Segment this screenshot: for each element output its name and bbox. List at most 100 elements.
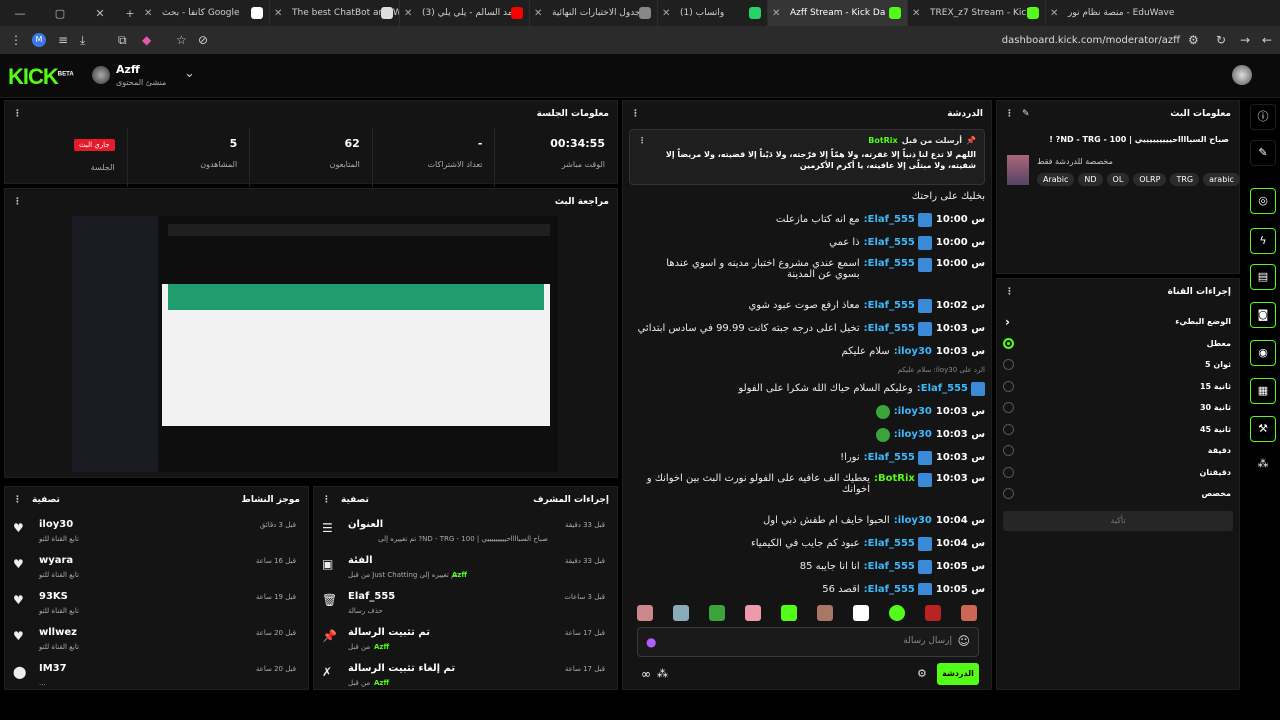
stream-preview-video[interactable]: [72, 216, 558, 472]
radio[interactable]: [1003, 402, 1014, 414]
emote-icon[interactable]: [709, 605, 725, 621]
emote-icon[interactable]: [817, 605, 833, 621]
star-icon[interactable]: ☆: [176, 33, 187, 47]
radio[interactable]: [1003, 466, 1014, 478]
more-icon[interactable]: ⋮: [322, 495, 331, 505]
kick-logo[interactable]: KICKBETA: [8, 64, 74, 90]
more-icon[interactable]: ⋮: [1005, 287, 1014, 297]
emote-icon[interactable]: [853, 605, 869, 621]
share-nodes-icon[interactable]: ⁂: [1250, 452, 1276, 478]
message-user[interactable]: BotRix:: [874, 473, 915, 484]
slow-mode-option[interactable]: معطل: [997, 333, 1239, 355]
more-icon[interactable]: ⋮: [1005, 109, 1014, 119]
message-user[interactable]: Elaf_555:: [917, 383, 968, 394]
reload-icon[interactable]: ↻: [1216, 33, 1226, 47]
more-icon[interactable]: ⋮: [13, 197, 22, 207]
tab-3[interactable]: ✕ (1) واتساب: [658, 0, 768, 26]
chevron-down-icon[interactable]: ⌄: [184, 66, 195, 81]
url-field[interactable]: dashboard.kick.com/moderator/azff: [1002, 35, 1180, 46]
radio-selected[interactable]: [1003, 337, 1014, 349]
activity-user[interactable]: wyara: [39, 555, 73, 566]
emote-icon[interactable]: [673, 605, 689, 621]
wrench-icon[interactable]: ⚒: [1250, 416, 1276, 442]
message-user[interactable]: Elaf_555:: [864, 258, 915, 269]
tab-1[interactable]: ✕ TREX_z7 Stream - Kick: [908, 0, 1046, 26]
info-icon[interactable]: ⓘ: [1250, 104, 1276, 130]
emoji-icon[interactable]: ☺: [957, 634, 970, 648]
chat-bubble-icon[interactable]: ◙: [1250, 302, 1276, 328]
reply-reference[interactable]: الرد على iloy30: سلام عليكم: [623, 363, 991, 377]
slow-mode-option[interactable]: ثانية 15: [997, 376, 1239, 398]
message-user[interactable]: Elaf_555:: [864, 214, 915, 225]
radio[interactable]: [1003, 423, 1014, 435]
emote-icon[interactable]: [781, 605, 797, 621]
menu-dots-icon[interactable]: ⋮: [10, 33, 22, 47]
tune-icon[interactable]: ≡: [58, 33, 68, 47]
unpin-button[interactable]: ⋮: [638, 136, 646, 145]
tracking-off-icon[interactable]: ⊘: [198, 33, 208, 47]
tab-4[interactable]: ✕ جدول الاختبارات النهائية: [530, 0, 658, 26]
maximize-icon[interactable]: ▢: [40, 7, 80, 20]
message-user[interactable]: Elaf_555:: [864, 323, 915, 334]
tab-2[interactable]: ✕ Azff Stream - Kick Da: [768, 0, 908, 26]
slow-mode-option[interactable]: ثانية 45: [997, 419, 1239, 441]
message-user[interactable]: iloy30:: [894, 429, 932, 440]
filter-button[interactable]: تصفية: [32, 495, 60, 505]
lightning-icon[interactable]: ϟ: [1250, 228, 1276, 254]
layout-icon[interactable]: ▦: [1250, 378, 1276, 404]
forward-icon[interactable]: →: [1240, 33, 1250, 47]
emote-icon[interactable]: [637, 605, 653, 621]
back-icon[interactable]: ←: [1262, 33, 1272, 47]
emote-icon[interactable]: [889, 605, 905, 621]
message-user[interactable]: Elaf_555:: [864, 584, 915, 595]
extensions-icon[interactable]: ⧉: [118, 33, 127, 48]
activity-user[interactable]: iloy30: [39, 519, 73, 530]
emote-icon[interactable]: [745, 605, 761, 621]
activity-user[interactable]: wllwez: [39, 627, 77, 638]
mod-action-actor[interactable]: Azff: [374, 643, 389, 651]
chat-input[interactable]: ● إرسال رسالة ☺: [637, 627, 979, 657]
tab-5[interactable]: ✕ (3) محمد السالم - يلي يلي: [400, 0, 530, 26]
tab-6[interactable]: ✕ The best ChatBot and W: [270, 0, 400, 26]
new-tab-icon[interactable]: +: [120, 7, 140, 20]
filter-button[interactable]: تصفية: [341, 495, 369, 505]
user-avatar[interactable]: [1232, 65, 1252, 85]
radio[interactable]: [1003, 445, 1014, 457]
more-icon[interactable]: ⋮: [13, 495, 22, 505]
mod-action-actor[interactable]: Azff: [452, 571, 467, 579]
profile-icon[interactable]: M: [32, 33, 46, 47]
message-user[interactable]: Elaf_555:: [864, 538, 915, 549]
slow-mode-option[interactable]: دقيقتان: [997, 462, 1239, 484]
close-window-icon[interactable]: ✕: [80, 7, 120, 20]
infinity-icon[interactable]: ∞: [641, 667, 651, 681]
settings-icon[interactable]: ⚙: [917, 667, 927, 680]
pinned-author[interactable]: BotRix: [868, 136, 897, 145]
slow-mode-option[interactable]: دقيقة: [997, 440, 1239, 462]
download-icon[interactable]: ⤓: [80, 33, 85, 48]
mod-action-actor[interactable]: Azff: [374, 679, 389, 687]
message-user[interactable]: Elaf_555:: [864, 237, 915, 248]
site-settings-icon[interactable]: ⚙: [1188, 33, 1199, 47]
more-icon[interactable]: ⋮: [631, 109, 640, 119]
slow-mode-header[interactable]: الوضع البطيء ‹: [997, 311, 1239, 333]
confirm-button[interactable]: تأكيد: [1003, 510, 1233, 531]
radio[interactable]: [1003, 380, 1014, 392]
tab-0[interactable]: ✕ منصة نظام نور - EduWave: [1046, 0, 1200, 26]
emote-icon[interactable]: [925, 605, 941, 621]
message-user[interactable]: iloy30:: [894, 406, 932, 417]
minimize-icon[interactable]: —: [0, 7, 40, 20]
message-user[interactable]: Elaf_555:: [864, 300, 915, 311]
message-user[interactable]: iloy30:: [894, 346, 932, 357]
share-icon[interactable]: ⁂: [657, 667, 668, 680]
activity-user[interactable]: IM37: [39, 663, 67, 674]
message-user[interactable]: iloy30:: [894, 515, 932, 526]
send-chat-button[interactable]: الدردشة: [937, 663, 979, 685]
message-user[interactable]: Elaf_555:: [864, 561, 915, 572]
activity-user[interactable]: 93KS: [39, 591, 68, 602]
document-icon[interactable]: ▤: [1250, 264, 1276, 290]
message-user[interactable]: Elaf_555:: [864, 452, 915, 463]
radio[interactable]: [1003, 359, 1014, 371]
radio[interactable]: [1003, 488, 1014, 500]
slow-mode-option[interactable]: مخصص: [997, 483, 1239, 505]
more-icon[interactable]: ⋮: [13, 109, 22, 119]
